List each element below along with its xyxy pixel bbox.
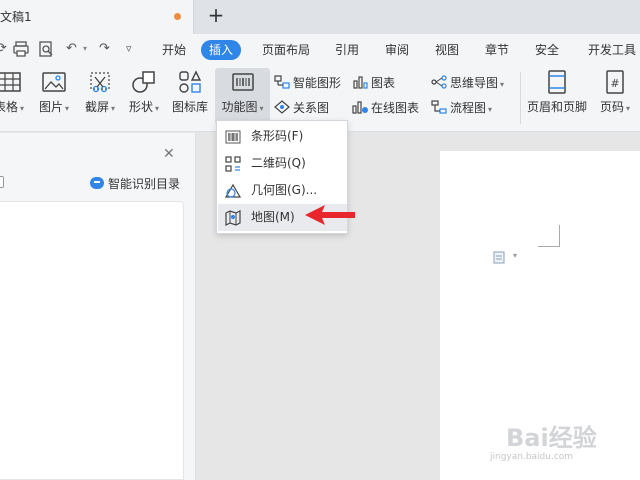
- geometry-label: 几何图(G)...: [251, 183, 318, 197]
- online-chart-label: 在线图表: [371, 101, 420, 115]
- smart-toc-icon: [90, 177, 104, 189]
- menu-references[interactable]: 引用: [334, 40, 360, 60]
- flowchart-button[interactable]: 流程图 ▾: [431, 99, 492, 117]
- scissors-icon: [90, 72, 110, 93]
- geometry-icon: [225, 183, 241, 198]
- mind-map-button[interactable]: 思维导图 ▾: [431, 74, 504, 92]
- menu-bar: ⟳ ↶ ▾ ↷ ▿ 开始 插入 页面布局 引用 审阅 视图 章节 安全 开发工具: [0, 34, 640, 64]
- document-tab[interactable]: 文稿1: [0, 0, 194, 34]
- paste-options-icon[interactable]: [493, 250, 505, 264]
- mind-map-label: 思维导图: [450, 76, 499, 90]
- smart-shape-label: 智能图形: [293, 76, 342, 90]
- panel-checkbox[interactable]: [0, 176, 4, 188]
- function-chart-button[interactable]: 功能图 ▾: [215, 68, 270, 124]
- smart-shape-button[interactable]: 智能图形: [274, 74, 341, 92]
- page-number-label: 页码: [599, 100, 624, 114]
- menu-item-qrcode[interactable]: 二维码(Q): [218, 150, 347, 177]
- shape-label: 形状: [128, 100, 153, 114]
- title-bar: 文稿1 +: [0, 0, 640, 34]
- chart-icon: [353, 76, 368, 89]
- smart-toc-label: 智能识别目录: [108, 177, 181, 191]
- table-button[interactable]: 表格▾: [0, 68, 26, 124]
- map-icon: [225, 210, 241, 226]
- menu-home[interactable]: 开始: [160, 40, 188, 60]
- qrcode-label: 二维码(Q): [251, 156, 306, 170]
- unsaved-dot-icon: [174, 13, 181, 20]
- paste-options-caret-icon[interactable]: ▾: [513, 251, 517, 260]
- menu-item-geometry[interactable]: 几何图(G)...: [218, 177, 347, 204]
- smart-toc-button[interactable]: 智能识别目录: [90, 175, 180, 192]
- smart-shape-icon: [274, 75, 290, 89]
- watermark-url: jingyan.baidu.com: [490, 452, 574, 462]
- table-icon: [0, 72, 21, 92]
- icon-library-label: 图标库: [171, 100, 208, 114]
- page-number-icon: #: [606, 70, 624, 94]
- watermark-brand: Bai经验: [506, 424, 597, 452]
- print-preview-icon[interactable]: [38, 41, 54, 57]
- header-footer-icon: [548, 70, 566, 94]
- toc-list: [0, 201, 184, 480]
- save-icon[interactable]: ⟳: [0, 41, 7, 57]
- icon-library-button[interactable]: 图标库: [170, 68, 210, 124]
- navigation-panel: ✕ 智能识别目录: [0, 133, 196, 480]
- customize-toolbar-icon[interactable]: ▿: [126, 41, 132, 57]
- online-chart-icon: [352, 101, 368, 114]
- table-label: 表格: [0, 100, 18, 114]
- margin-corner-mark: [538, 225, 560, 247]
- undo-dropdown-icon[interactable]: ▾: [83, 41, 87, 57]
- map-label: 地图(M): [251, 210, 295, 224]
- menu-page-layout[interactable]: 页面布局: [261, 40, 311, 60]
- ribbon-separator: [520, 72, 521, 124]
- shape-button[interactable]: 形状 ▾: [126, 68, 162, 124]
- picture-icon: [42, 72, 66, 92]
- undo-icon[interactable]: ↶: [66, 41, 77, 57]
- page-number-button[interactable]: # 页码 ▾: [596, 68, 634, 124]
- print-icon[interactable]: [13, 41, 29, 57]
- header-footer-button[interactable]: 页眉和页脚: [525, 68, 589, 124]
- red-arrow-annotation: [305, 205, 355, 225]
- menu-developer-tools[interactable]: 开发工具: [586, 40, 638, 60]
- redo-icon[interactable]: ↷: [99, 41, 110, 57]
- chart-label: 图表: [371, 76, 396, 90]
- menu-view[interactable]: 视图: [434, 40, 460, 60]
- qrcode-icon: [225, 156, 241, 172]
- menu-section[interactable]: 章节: [484, 40, 510, 60]
- barcode-label: 条形码(F): [251, 129, 304, 143]
- document-tab-title: 文稿1: [0, 10, 32, 24]
- header-footer-label: 页眉和页脚: [526, 100, 587, 114]
- baidu-watermark: Bai经验 jingyan.baidu.com: [488, 410, 608, 470]
- relation-chart-label: 关系图: [293, 101, 330, 115]
- menu-security[interactable]: 安全: [534, 40, 560, 60]
- new-tab-button[interactable]: +: [206, 5, 226, 27]
- picture-button[interactable]: 图片 ▾: [36, 68, 72, 124]
- flowchart-icon: [431, 100, 447, 114]
- function-chart-icon: [231, 73, 254, 91]
- function-chart-label: 功能图: [221, 100, 258, 114]
- screenshot-label: 截屏: [84, 100, 109, 114]
- picture-label: 图片: [38, 100, 63, 114]
- mind-map-icon: [431, 75, 447, 89]
- online-chart-button[interactable]: 在线图表: [352, 99, 419, 117]
- icon-library-icon: [179, 70, 202, 93]
- barcode-icon: [225, 130, 241, 144]
- menu-insert[interactable]: 插入: [201, 40, 242, 60]
- menu-review[interactable]: 审阅: [384, 40, 410, 60]
- relation-chart-icon: [274, 100, 290, 114]
- flowchart-label: 流程图: [450, 101, 487, 115]
- close-icon[interactable]: ✕: [163, 147, 177, 161]
- screenshot-button[interactable]: 截屏 ▾: [82, 68, 118, 124]
- svg-text:#: #: [610, 77, 619, 90]
- relation-chart-button[interactable]: 关系图: [274, 99, 329, 117]
- menu-item-barcode[interactable]: 条形码(F): [218, 123, 347, 150]
- shape-icon: [132, 71, 155, 93]
- chart-button[interactable]: 图表: [352, 74, 395, 92]
